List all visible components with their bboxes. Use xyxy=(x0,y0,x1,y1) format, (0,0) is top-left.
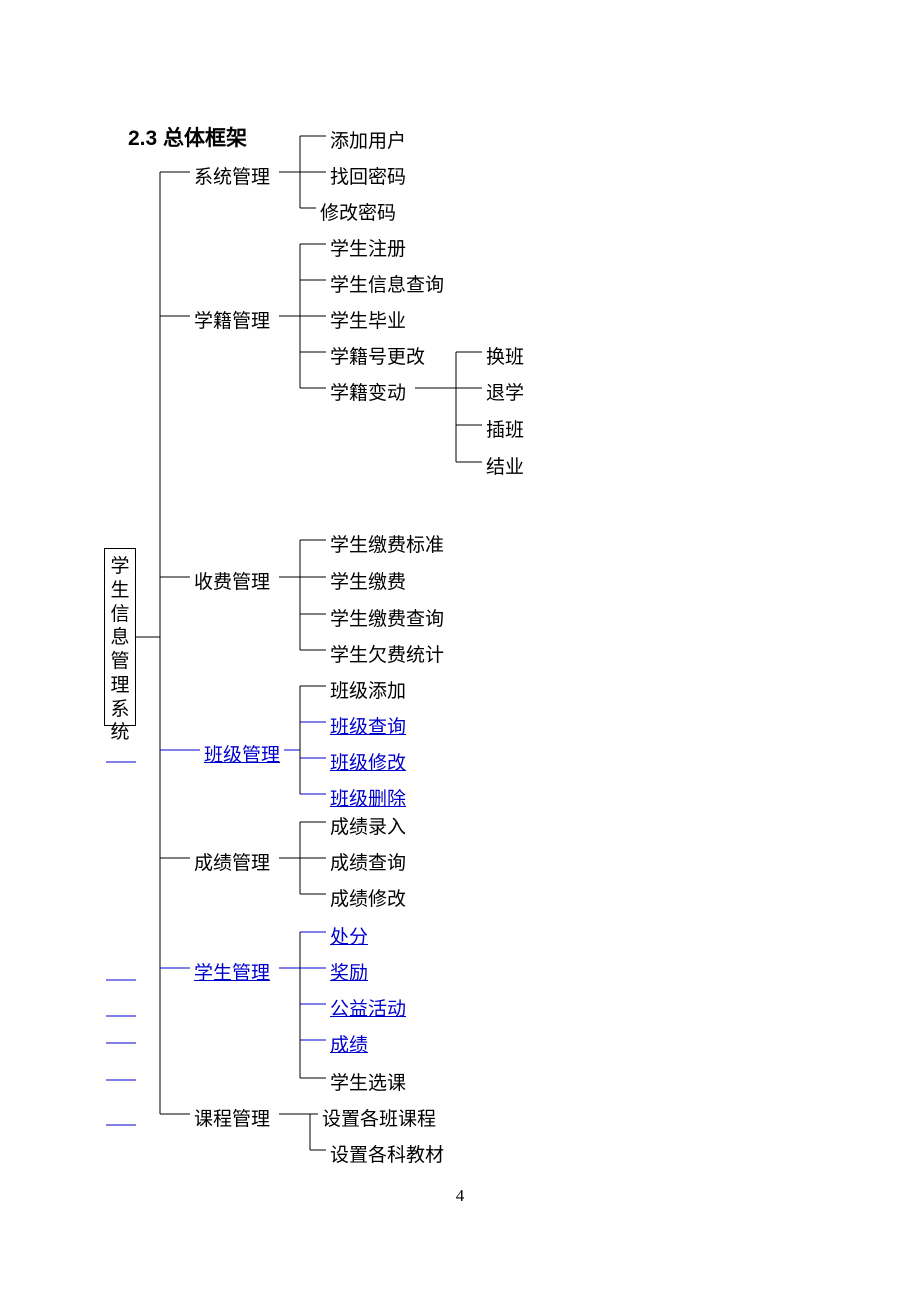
node-fee-pay: 学生缴费 xyxy=(330,567,406,594)
node-grade-query: 成绩查询 xyxy=(330,848,406,875)
node-class-delete: 班级删除 xyxy=(330,784,406,811)
page-number: 4 xyxy=(0,1186,920,1206)
node-insert-class: 插班 xyxy=(486,415,524,442)
section-heading: 2.3 总体框架 xyxy=(128,122,247,152)
node-student-mgmt: 学生管理 xyxy=(194,958,270,985)
root-node: 学生信息管理系统 xyxy=(104,548,136,726)
node-activity: 公益活动 xyxy=(330,994,406,1021)
node-grade-modify: 成绩修改 xyxy=(330,884,406,911)
node-dropout: 退学 xyxy=(486,378,524,405)
node-fee-arrears: 学生欠费统计 xyxy=(330,640,444,667)
node-system-mgmt: 系统管理 xyxy=(194,162,270,189)
node-reward: 奖励 xyxy=(330,958,368,985)
node-student-grade: 成绩 xyxy=(330,1030,368,1057)
node-graduate: 学生毕业 xyxy=(330,306,406,333)
node-add-user: 添加用户 xyxy=(330,126,406,153)
node-fee-query: 学生缴费查询 xyxy=(330,604,444,631)
node-change-class: 换班 xyxy=(486,342,524,369)
node-change-pwd: 修改密码 xyxy=(320,198,396,225)
node-class-add: 班级添加 xyxy=(330,676,406,703)
connector-lines xyxy=(0,0,920,1302)
node-grade-mgmt: 成绩管理 xyxy=(194,848,270,875)
node-set-textbook: 设置各科教材 xyxy=(330,1140,444,1167)
node-select-course: 学生选课 xyxy=(330,1068,406,1095)
node-set-class-course: 设置各班课程 xyxy=(322,1104,436,1131)
node-change-status: 学籍变动 xyxy=(330,378,406,405)
node-change-id: 学籍号更改 xyxy=(330,342,425,369)
node-recover-pwd: 找回密码 xyxy=(330,162,406,189)
node-fee-mgmt: 收费管理 xyxy=(194,567,270,594)
node-class-modify: 班级修改 xyxy=(330,748,406,775)
node-course-mgmt: 课程管理 xyxy=(194,1104,270,1131)
node-class-mgmt: 班级管理 xyxy=(204,740,280,767)
node-grade-input: 成绩录入 xyxy=(330,812,406,839)
node-punish: 处分 xyxy=(330,922,368,949)
node-class-query: 班级查询 xyxy=(330,712,406,739)
node-enrollment-mgmt: 学籍管理 xyxy=(194,306,270,333)
node-query-student: 学生信息查询 xyxy=(330,270,444,297)
node-register: 学生注册 xyxy=(330,234,406,261)
node-complete: 结业 xyxy=(486,452,524,479)
node-fee-standard: 学生缴费标准 xyxy=(330,530,444,557)
